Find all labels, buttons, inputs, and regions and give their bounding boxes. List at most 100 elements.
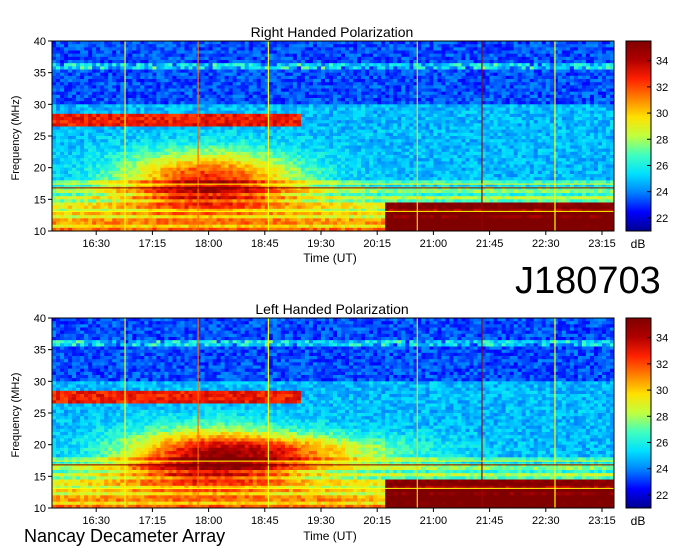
spectrogram-cell xyxy=(276,110,282,115)
spectrogram-cell xyxy=(136,79,141,83)
spectrogram-cell xyxy=(485,148,490,153)
spectrogram-cell xyxy=(272,117,278,121)
spectrogram-cell xyxy=(148,56,153,61)
spectrogram-cell xyxy=(60,75,65,80)
spectrogram-cell xyxy=(256,148,262,153)
spectrogram-cell xyxy=(497,75,502,80)
spectrogram-cell xyxy=(369,145,374,150)
spectrogram-cell xyxy=(204,60,209,64)
spectrogram-cell xyxy=(192,72,197,77)
spectrogram-cell xyxy=(220,44,226,48)
spectrogram-cell xyxy=(465,101,470,105)
spectrogram-cell xyxy=(433,41,438,45)
spectrogram-cell xyxy=(505,142,511,146)
spectrogram-cell xyxy=(228,69,234,74)
spectrogram-cell xyxy=(156,129,161,134)
spectrogram-cell xyxy=(513,126,519,131)
spectrogram-cell xyxy=(128,94,133,99)
spectrogram-cell xyxy=(377,88,382,93)
spectrogram-cell xyxy=(537,117,543,121)
spectrogram-cell xyxy=(441,117,446,121)
spectrogram-cell xyxy=(132,66,137,70)
spectrogram-cell xyxy=(361,132,366,137)
spectrogram-cell xyxy=(517,145,523,150)
spectrogram-cell xyxy=(569,117,575,121)
spectrogram-cell xyxy=(361,120,366,124)
spectrogram-cell xyxy=(80,88,85,93)
spectrogram-cell xyxy=(345,47,350,51)
spectrogram-cell xyxy=(525,79,531,83)
spectrogram-cell xyxy=(148,91,153,96)
spectrogram-cell xyxy=(357,104,362,108)
spectrogram-cell xyxy=(200,136,205,140)
spectrogram-cell xyxy=(228,50,234,55)
spectrogram-cell xyxy=(405,142,410,146)
spectrogram-cell xyxy=(585,79,591,83)
spectrogram-cell xyxy=(256,151,262,156)
spectrogram-cell xyxy=(320,60,326,64)
spectrogram-cell xyxy=(116,75,121,80)
spectrogram-cell xyxy=(589,101,595,105)
spectrogram-cell xyxy=(493,82,498,86)
spectrogram-cell xyxy=(565,110,571,115)
spectrogram-cell xyxy=(88,82,93,86)
spectrogram-cell xyxy=(469,79,474,83)
spectrogram-cell xyxy=(320,107,326,112)
spectrogram-cell xyxy=(272,123,278,127)
spectrogram-cell xyxy=(497,101,502,105)
spectrogram-cell xyxy=(501,132,507,137)
spectrogram-cell xyxy=(417,151,422,156)
spectrogram-cell xyxy=(397,145,402,150)
spectrogram-cell xyxy=(513,136,519,140)
spectrogram-cell xyxy=(76,91,81,96)
spectrogram-cell xyxy=(461,107,466,112)
spectrogram-cell xyxy=(276,107,282,112)
spectrogram-cell xyxy=(421,117,426,121)
spectrogram-cell xyxy=(513,88,519,93)
spectrogram-cell xyxy=(180,132,185,137)
spectrogram-cell xyxy=(284,136,290,140)
spectrogram-cell xyxy=(280,79,286,83)
spectrogram-cell xyxy=(224,44,230,48)
spectrogram-cell xyxy=(320,66,326,70)
spectrogram-cell xyxy=(84,69,89,74)
spectrogram-cell xyxy=(212,101,217,105)
spectrogram-cell xyxy=(80,91,85,96)
spectrogram-cell xyxy=(88,50,93,55)
spectrogram-cell xyxy=(104,148,109,153)
spectrogram-cell xyxy=(389,79,394,83)
spectrogram-cell xyxy=(533,104,539,108)
spectrogram-cell xyxy=(52,123,57,127)
spectrogram-cell xyxy=(52,69,57,74)
spectrogram-cell xyxy=(541,142,547,146)
spectrogram-cell xyxy=(144,79,149,83)
spectrogram-cell xyxy=(96,94,101,99)
spectrogram-cell xyxy=(577,50,583,55)
spectrogram-cell xyxy=(304,69,310,74)
spectrogram-cell xyxy=(353,98,358,102)
spectrogram-cell xyxy=(116,82,121,86)
spectrogram-cell xyxy=(469,132,474,137)
spectrogram-cell xyxy=(569,139,575,143)
spectrogram-cell xyxy=(204,79,209,83)
spectrogram-cell xyxy=(244,136,250,140)
spectrogram-cell xyxy=(92,82,97,86)
spectrogram-cell xyxy=(405,139,410,143)
spectrogram-cell xyxy=(357,129,362,134)
spectrogram-cell xyxy=(585,85,591,89)
spectrogram-cell xyxy=(501,107,507,112)
spectrogram-cell xyxy=(385,104,390,108)
spectrogram-cell xyxy=(248,151,254,156)
spectrogram-cell xyxy=(445,107,450,112)
spectrogram-cell xyxy=(361,85,366,89)
spectrogram-cell xyxy=(156,50,161,55)
spectrogram-cell xyxy=(68,110,73,115)
spectrogram-cell xyxy=(260,72,266,77)
spectrogram-cell xyxy=(92,136,97,140)
spectrogram-cell xyxy=(509,117,515,121)
spectrogram-cell xyxy=(56,85,61,89)
spectrogram-cell xyxy=(445,117,450,121)
spectrogram-cell xyxy=(517,41,523,45)
spectrogram-cell xyxy=(485,75,490,80)
spectrogram-cell xyxy=(288,132,294,137)
